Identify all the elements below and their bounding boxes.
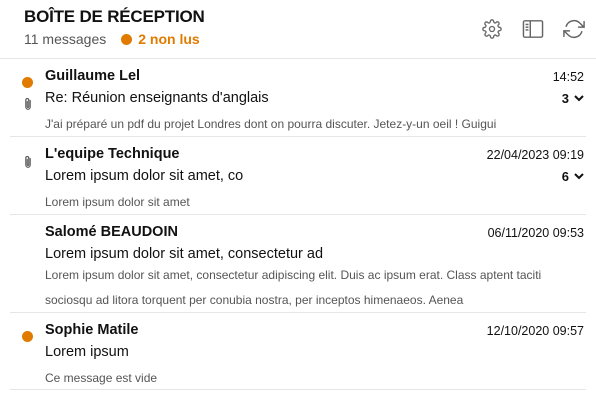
message-sender: Salomé BEAUDOIN	[45, 224, 178, 240]
thread-count: 6	[561, 169, 569, 184]
chevron-down-icon	[574, 95, 584, 102]
unread-dot-icon	[22, 77, 33, 88]
message-preview: J'ai préparé un pdf du projet Londres do…	[45, 117, 497, 131]
message-counts: 11 messages 2 non lus	[24, 31, 200, 47]
sidebar-panel-icon	[522, 20, 544, 38]
paperclip-icon	[25, 98, 31, 110]
thread-expand-button[interactable]: 6	[562, 169, 584, 184]
inbox-header: BOÎTE DE RÉCEPTION 11 messages 2 non lus	[0, 0, 596, 59]
gear-icon	[482, 19, 502, 39]
page-title: BOÎTE DE RÉCEPTION	[24, 7, 205, 26]
message-preview: Ce message est vide	[45, 371, 158, 385]
message-count: 11 messages	[24, 31, 107, 47]
message-subject: Lorem ipsum dolor sit amet, co	[45, 168, 244, 184]
message-date: 14:52	[552, 70, 584, 84]
unread-dot-icon	[121, 33, 133, 45]
message-item[interactable]: Salomé BEAUDOIN 06/11/2020 09:53 Lorem i…	[10, 215, 586, 313]
message-subject: Re: Réunion enseignants d'anglais	[45, 90, 269, 106]
message-list: Guillaume Lel 14:52 Re: Réunion enseigna…	[0, 59, 596, 390]
unread-count[interactable]: 2 non lus	[121, 31, 200, 47]
message-sender: Sophie Matile	[45, 322, 139, 338]
toggle-panel-button[interactable]	[521, 17, 545, 41]
message-subject: Lorem ipsum	[45, 344, 129, 360]
message-item[interactable]: Sophie Matile 12/10/2020 09:57 Lorem ips…	[10, 313, 586, 390]
refresh-icon	[563, 19, 585, 39]
message-date: 06/11/2020 09:53	[487, 226, 584, 240]
message-date: 12/10/2020 09:57	[486, 324, 584, 338]
message-item[interactable]: Guillaume Lel 14:52 Re: Réunion enseigna…	[10, 59, 586, 137]
message-sender: L'equipe Technique	[45, 146, 180, 162]
message-subject: Lorem ipsum dolor sit amet, consectetur …	[45, 246, 324, 262]
refresh-button[interactable]	[562, 17, 586, 41]
header-toolbar	[463, 17, 586, 41]
paperclip-icon	[25, 156, 31, 168]
message-preview: Lorem ipsum dolor sit amet, consectetur …	[45, 268, 542, 307]
thread-expand-button[interactable]: 3	[562, 91, 584, 106]
message-item[interactable]: L'equipe Technique 22/04/2023 09:19 Lore…	[10, 137, 586, 215]
message-preview: Lorem ipsum dolor sit amet	[45, 195, 190, 209]
unread-dot-icon	[22, 331, 33, 342]
settings-button[interactable]	[480, 17, 504, 41]
unread-count-label: 2 non lus	[138, 31, 200, 47]
thread-count: 3	[561, 91, 569, 106]
message-sender: Guillaume Lel	[45, 68, 141, 84]
chevron-down-icon	[574, 173, 584, 180]
message-date: 22/04/2023 09:19	[486, 148, 584, 162]
